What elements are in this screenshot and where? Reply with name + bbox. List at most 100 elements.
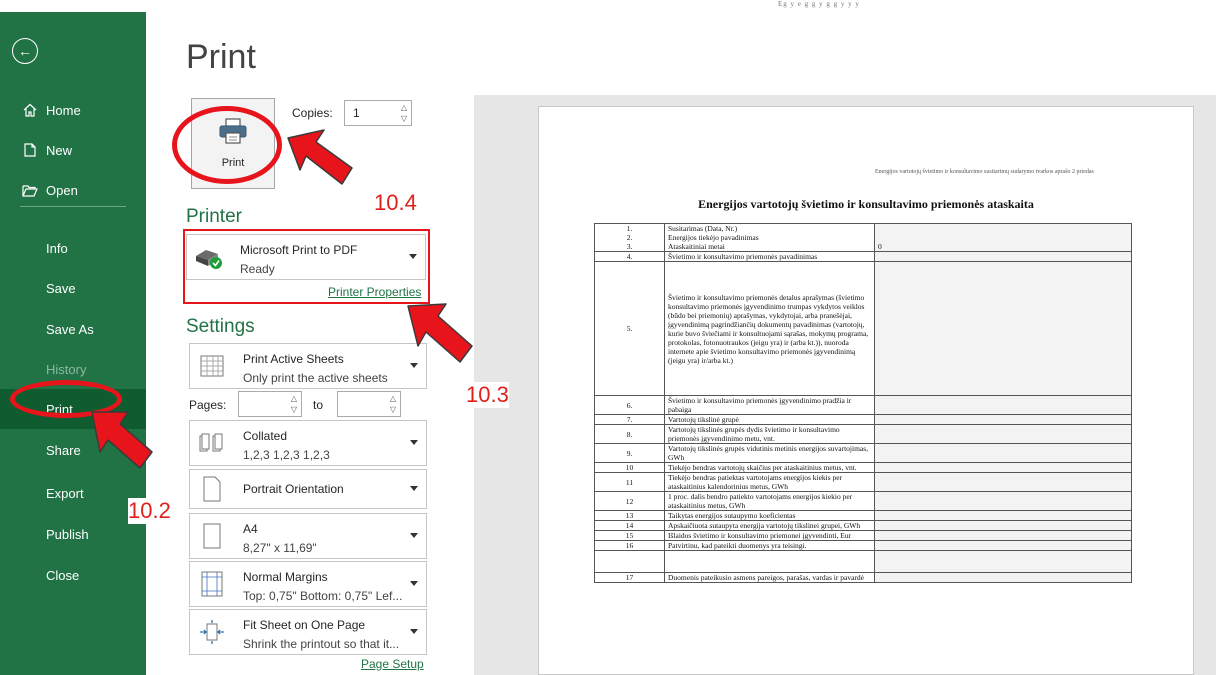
sidebar-item-label: Export xyxy=(46,485,84,501)
margins-title: Normal Margins xyxy=(243,570,328,584)
chevron-down-icon xyxy=(410,581,418,586)
sidebar-item-close[interactable]: Close xyxy=(0,555,146,595)
spinner-arrows-icon[interactable]: △ ▽ xyxy=(390,393,396,415)
scaling-subtitle: Shrink the printout so that it... xyxy=(243,637,400,651)
row-number: 11 xyxy=(594,472,665,492)
row-number: 8. xyxy=(594,424,665,444)
portrait-page-icon xyxy=(197,474,227,504)
orientation-dropdown[interactable]: Portrait Orientation xyxy=(189,469,427,509)
row-value xyxy=(874,510,1132,521)
row-value xyxy=(874,424,1132,444)
arrow-to-print-menu-icon xyxy=(91,411,153,469)
orientation-title: Portrait Orientation xyxy=(243,482,344,496)
page-setup-link[interactable]: Page Setup xyxy=(361,657,424,671)
copies-label: Copies: xyxy=(292,106,333,120)
row-label: Susitarimas (Data, Nr.) Energijos tiekėj… xyxy=(664,223,875,252)
row-number: 17 xyxy=(594,572,665,583)
row-value xyxy=(874,261,1132,396)
collation-dropdown[interactable]: Collated 1,2,3 1,2,3 1,2,3 xyxy=(189,420,427,466)
table-row xyxy=(594,550,1132,573)
sidebar-item-new[interactable]: New xyxy=(0,130,146,170)
sheet-grid-icon xyxy=(197,351,227,381)
back-arrow-icon[interactable]: ← xyxy=(12,38,38,64)
preview-report-table: 1. 2. 3. Susitarimas (Data, Nr.) Energijo… xyxy=(594,223,1132,583)
row-label: Taikytas energijos sutaupymo koeficienta… xyxy=(664,510,875,521)
row-value xyxy=(874,550,1132,573)
chevron-down-icon xyxy=(410,629,418,634)
row-number: 16 xyxy=(594,540,665,551)
collated-pages-icon xyxy=(197,428,227,458)
row-label: Apskaičiuota sutaupyta energija vartotoj… xyxy=(664,520,875,531)
row-value xyxy=(874,572,1132,583)
copies-value: 1 xyxy=(353,106,360,120)
table-row: 14 Apskaičiuota sutaupyta energija vartot… xyxy=(594,520,1132,531)
print-scope-dropdown[interactable]: Print Active Sheets Only print the activ… xyxy=(189,343,427,389)
print-scope-title: Print Active Sheets xyxy=(243,352,344,366)
row-number: 9. xyxy=(594,443,665,463)
row-number: 7. xyxy=(594,414,665,425)
margins-icon xyxy=(197,569,227,599)
row-value xyxy=(874,530,1132,541)
row-value xyxy=(874,520,1132,531)
sidebar-item-publish[interactable]: Publish xyxy=(0,514,146,554)
chevron-down-icon xyxy=(410,486,418,491)
sidebar-item-home[interactable]: Home xyxy=(0,90,146,130)
pages-to-input[interactable]: △ ▽ xyxy=(337,391,401,417)
sidebar-item-label: Open xyxy=(46,182,78,198)
table-row: 15 Išlaidos švietimo ir konsultavimo prie… xyxy=(594,530,1132,541)
table-row: 13 Taikytas energijos sutaupymo koeficien… xyxy=(594,510,1132,521)
sidebar-item-save-as[interactable]: Save As xyxy=(0,309,146,349)
row-label: Tiekėjo bendras patiektas vartotojams en… xyxy=(664,472,875,492)
home-icon xyxy=(22,103,38,117)
sidebar-item-label: Save xyxy=(46,280,76,296)
scaling-dropdown[interactable]: Fit Sheet on One Page Shrink the printou… xyxy=(189,609,427,655)
sidebar-item-open[interactable]: Open xyxy=(0,170,146,210)
scaling-title: Fit Sheet on One Page xyxy=(243,618,366,632)
row-label xyxy=(664,550,875,573)
pages-label: Pages: xyxy=(189,398,227,412)
margins-dropdown[interactable]: Normal Margins Top: 0,75" Bottom: 0,75" … xyxy=(189,561,427,607)
sidebar-divider xyxy=(20,206,126,207)
sidebar-item-label: Save As xyxy=(46,321,94,337)
table-row: 10 Tiekėjo bendras vartotojų skaičius per… xyxy=(594,462,1132,473)
row-value xyxy=(874,443,1132,463)
step-label-10-2: 10.2 xyxy=(128,498,171,524)
sidebar-item-export[interactable]: Export xyxy=(0,473,146,513)
row-value xyxy=(874,491,1132,511)
row-number: 6. xyxy=(594,395,665,415)
row-value xyxy=(874,540,1132,551)
table-row: 17 Duomenis pateikusio asmens pareigos, p… xyxy=(594,572,1132,583)
row-label: Patvirtinu, kad pateikti duomenys yra te… xyxy=(664,540,875,551)
pages-from-input[interactable]: △ ▽ xyxy=(238,391,302,417)
row-label: Vartotojų tikslinės grupės dydis švietim… xyxy=(664,424,875,444)
row-number: 1. 2. 3. xyxy=(594,223,665,252)
sidebar-item-label: History xyxy=(46,361,87,377)
row-number: 4. xyxy=(594,251,665,262)
row-label: Išlaidos švietimo ir konsultavimo priemo… xyxy=(664,530,875,541)
table-row: 16 Patvirtinu, kad pateikti duomenys yra … xyxy=(594,540,1132,551)
row-number xyxy=(594,550,665,573)
chevron-down-icon xyxy=(410,440,418,445)
row-number: 5. xyxy=(594,261,665,396)
page-title: Print xyxy=(186,38,256,76)
table-row: 1. 2. 3. Susitarimas (Data, Nr.) Energijo… xyxy=(594,223,1132,252)
print-scope-subtitle: Only print the active sheets xyxy=(243,371,388,385)
row-value xyxy=(874,251,1132,262)
sidebar-item-info[interactable]: Info xyxy=(0,228,146,268)
row-number: 14 xyxy=(594,520,665,531)
sidebar-item-save[interactable]: Save xyxy=(0,268,146,308)
new-document-icon xyxy=(22,143,38,157)
chevron-down-icon xyxy=(410,533,418,538)
spinner-arrows-icon[interactable]: △ ▽ xyxy=(401,102,407,124)
sidebar-item-label: Home xyxy=(46,102,81,118)
printer-heading: Printer xyxy=(186,206,242,227)
settings-heading: Settings xyxy=(186,316,255,337)
sidebar-item-label: Publish xyxy=(46,526,89,542)
fit-to-page-icon xyxy=(197,617,227,647)
row-number: 13 xyxy=(594,510,665,521)
spinner-arrows-icon[interactable]: △ ▽ xyxy=(291,393,297,415)
row-label: Vartotojų tikslinės grupės vidutinis met… xyxy=(664,443,875,463)
paper-size-dropdown[interactable]: A4 8,27" x 11,69" xyxy=(189,513,427,559)
table-row: 5. Švietimo ir konsultavimo priemonės det… xyxy=(594,261,1132,396)
copies-spinner[interactable]: 1 △ ▽ xyxy=(344,100,412,126)
